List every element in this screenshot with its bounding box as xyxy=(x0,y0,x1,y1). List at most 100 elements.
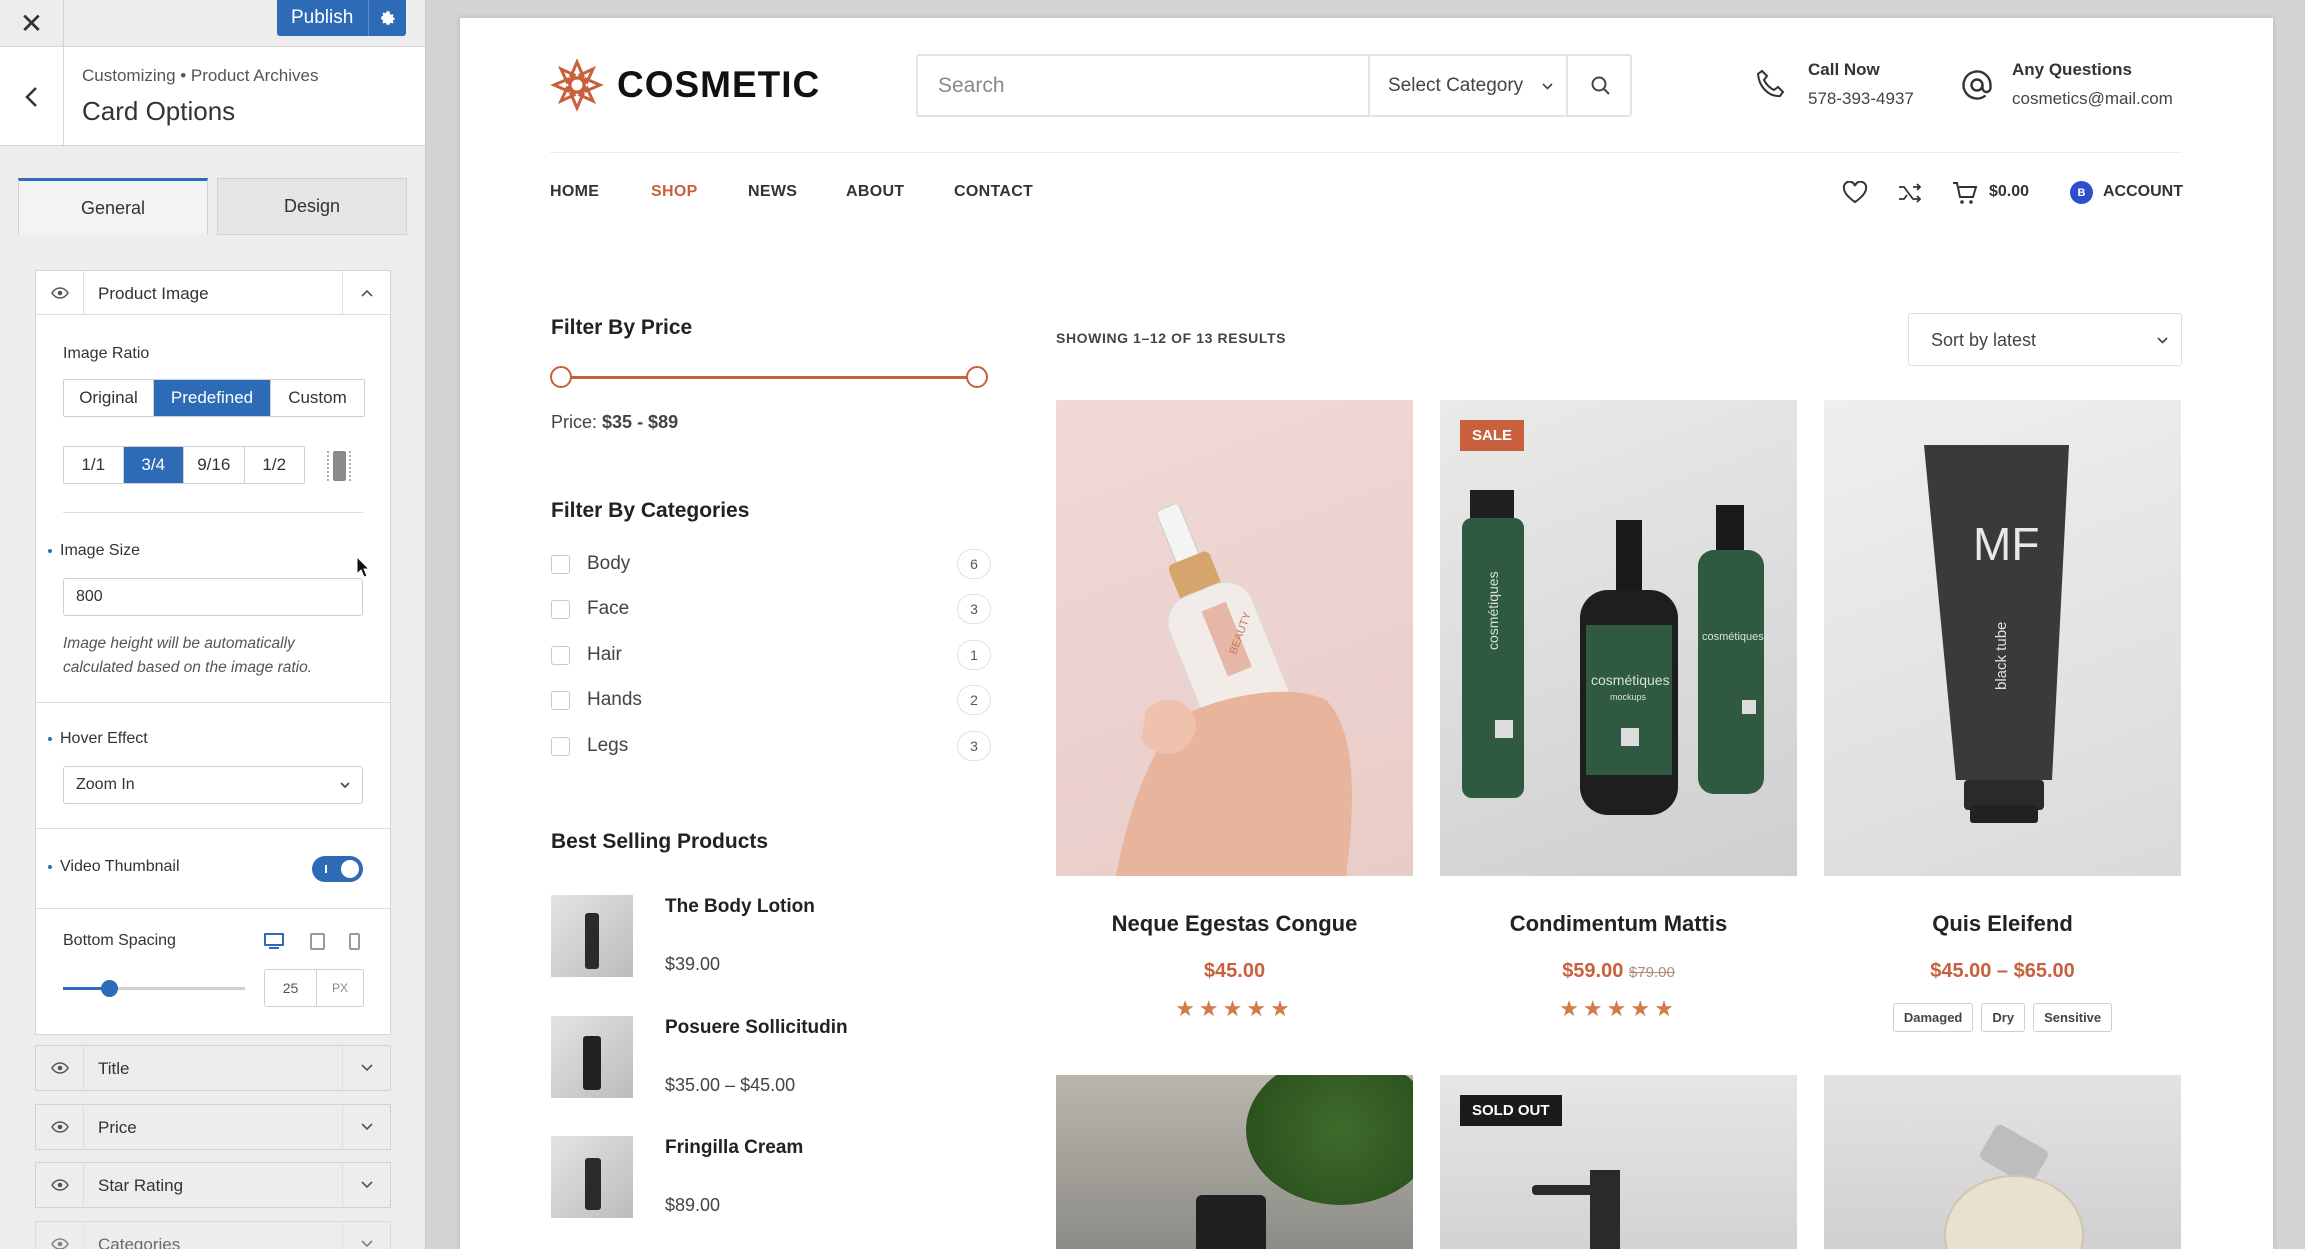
eye-icon[interactable] xyxy=(36,1105,84,1149)
ratio-1-1[interactable]: 1/1 xyxy=(64,447,124,483)
category-face[interactable]: Face 3 xyxy=(551,594,991,626)
ratio-9-16[interactable]: 9/16 xyxy=(184,447,245,483)
product-image[interactable]: cosmétiques cosmétiques mockups cosmétiq… xyxy=(1440,400,1797,876)
checkbox[interactable] xyxy=(551,646,570,665)
price-slider-max-handle[interactable] xyxy=(966,366,988,388)
bottom-spacing-value[interactable]: 25 xyxy=(265,970,317,1006)
best-product-title[interactable]: Fringilla Cream xyxy=(665,1137,803,1159)
ratio-3-4[interactable]: 3/4 xyxy=(123,447,184,483)
nav-about[interactable]: ABOUT xyxy=(846,183,904,201)
compare-icon[interactable] xyxy=(1898,183,1922,203)
price-slider-track[interactable] xyxy=(560,376,978,379)
image-ratio-label: Image Ratio xyxy=(63,345,150,362)
video-thumbnail-toggle[interactable] xyxy=(312,856,363,882)
tag-sensitive[interactable]: Sensitive xyxy=(2033,1003,2113,1032)
tag-dry[interactable]: Dry xyxy=(1981,1003,2026,1032)
product-price: $59.00 $79.00 xyxy=(1440,960,1797,983)
publish-button[interactable]: Publish xyxy=(277,0,406,36)
hover-effect-select[interactable]: Zoom In xyxy=(63,766,363,804)
search-icon[interactable] xyxy=(1590,75,1612,97)
best-product-title[interactable]: Posuere Sollicitudin xyxy=(665,1017,848,1039)
search-input[interactable]: Search xyxy=(938,74,1005,98)
category-body[interactable]: Body 6 xyxy=(551,549,991,581)
eye-icon[interactable] xyxy=(36,1163,84,1207)
best-product-image[interactable] xyxy=(551,1136,633,1218)
site-logo[interactable]: COSMETIC xyxy=(617,64,820,106)
expand-button[interactable] xyxy=(342,1222,390,1249)
cart-total[interactable]: $0.00 xyxy=(1989,183,2029,201)
category-name: Hands xyxy=(587,689,642,710)
hover-effect-label: Hover Effect xyxy=(60,730,148,747)
ratio-1-2[interactable]: 1/2 xyxy=(245,447,305,483)
sort-select[interactable]: Sort by latest xyxy=(1908,313,2182,366)
ratio-mode-custom[interactable]: Custom xyxy=(271,380,364,416)
tab-general[interactable]: General xyxy=(18,178,208,235)
unit-select[interactable]: PX xyxy=(317,970,363,1006)
nav-contact[interactable]: CONTACT xyxy=(954,183,1033,201)
bottom-spacing-slider[interactable] xyxy=(63,980,245,997)
eye-icon[interactable] xyxy=(36,271,84,315)
image-size-input[interactable]: 800 xyxy=(63,578,363,616)
eye-icon[interactable] xyxy=(36,1046,84,1090)
checkbox[interactable] xyxy=(551,555,570,574)
ratio-presets: 1/1 3/4 9/16 1/2 xyxy=(63,446,305,484)
product-image[interactable] xyxy=(1056,1075,1413,1249)
desktop-icon[interactable] xyxy=(264,933,286,949)
expand-button[interactable] xyxy=(342,1163,390,1207)
account-link[interactable]: ACCOUNT xyxy=(2103,183,2183,201)
sold-out-badge: SOLD OUT xyxy=(1460,1095,1562,1126)
ratio-mode-predefined[interactable]: Predefined xyxy=(154,380,271,416)
checkbox[interactable] xyxy=(551,737,570,756)
star-rating-section[interactable]: Star Rating xyxy=(35,1162,391,1208)
product-title[interactable]: Quis Eleifend xyxy=(1824,911,2181,937)
checkbox[interactable] xyxy=(551,691,570,710)
category-hands[interactable]: Hands 2 xyxy=(551,685,991,717)
ratio-mode-original[interactable]: Original xyxy=(64,380,154,416)
product-image[interactable]: MF black tube xyxy=(1824,400,2181,876)
logo-icon[interactable] xyxy=(550,58,604,112)
questions-email[interactable]: cosmetics@mail.com xyxy=(2012,89,2173,109)
mobile-icon[interactable] xyxy=(349,933,360,950)
call-label: Call Now xyxy=(1808,60,1880,79)
category-hair[interactable]: Hair 1 xyxy=(551,640,991,672)
best-product-image[interactable] xyxy=(551,895,633,977)
bottom-spacing-input[interactable]: 25 PX xyxy=(264,969,364,1007)
price-section[interactable]: Price xyxy=(35,1104,391,1150)
product-image[interactable] xyxy=(1824,1075,2181,1249)
sort-value: Sort by latest xyxy=(1931,330,2037,350)
account-avatar[interactable]: B xyxy=(2070,181,2093,204)
best-product-title[interactable]: The Body Lotion xyxy=(665,896,815,918)
product-title[interactable]: Condimentum Mattis xyxy=(1440,911,1797,937)
checkbox[interactable] xyxy=(551,600,570,619)
product-title[interactable]: Neque Egestas Congue xyxy=(1056,911,1413,937)
category-legs[interactable]: Legs 3 xyxy=(551,731,991,763)
ratio-mode-toggle: Original Predefined Custom xyxy=(63,379,365,417)
slider-handle[interactable] xyxy=(100,980,118,997)
tag-damaged[interactable]: Damaged xyxy=(1892,1003,1974,1032)
at-icon xyxy=(1962,70,1992,100)
product-image-header[interactable]: Product Image xyxy=(36,271,390,315)
expand-button[interactable] xyxy=(342,1046,390,1090)
back-button[interactable] xyxy=(0,47,64,146)
nav-home[interactable]: HOME xyxy=(550,183,599,201)
gear-icon[interactable] xyxy=(368,0,406,36)
product-image[interactable]: BEAUTY xyxy=(1056,400,1413,876)
nav-shop[interactable]: SHOP xyxy=(651,183,698,201)
tube-text: black tube xyxy=(1993,622,2010,690)
tablet-icon[interactable] xyxy=(310,933,325,950)
categories-section[interactable]: Categories xyxy=(35,1221,391,1249)
close-customizer-button[interactable]: ✕ xyxy=(0,0,64,46)
expand-button[interactable] xyxy=(342,1105,390,1149)
collapse-button[interactable] xyxy=(342,271,390,315)
call-value[interactable]: 578-393-4937 xyxy=(1808,89,1914,109)
cart-icon[interactable] xyxy=(1952,181,1978,205)
eye-icon[interactable] xyxy=(36,1222,84,1249)
bottle-sub-text: mockups xyxy=(1610,692,1647,702)
nav-news[interactable]: NEWS xyxy=(748,183,797,201)
best-product-image[interactable] xyxy=(551,1016,633,1098)
title-section[interactable]: Title xyxy=(35,1045,391,1091)
tab-design[interactable]: Design xyxy=(217,178,407,235)
category-select[interactable]: Select Category xyxy=(1368,56,1568,115)
price-slider-min-handle[interactable] xyxy=(550,366,572,388)
heart-icon[interactable] xyxy=(1842,181,1868,204)
